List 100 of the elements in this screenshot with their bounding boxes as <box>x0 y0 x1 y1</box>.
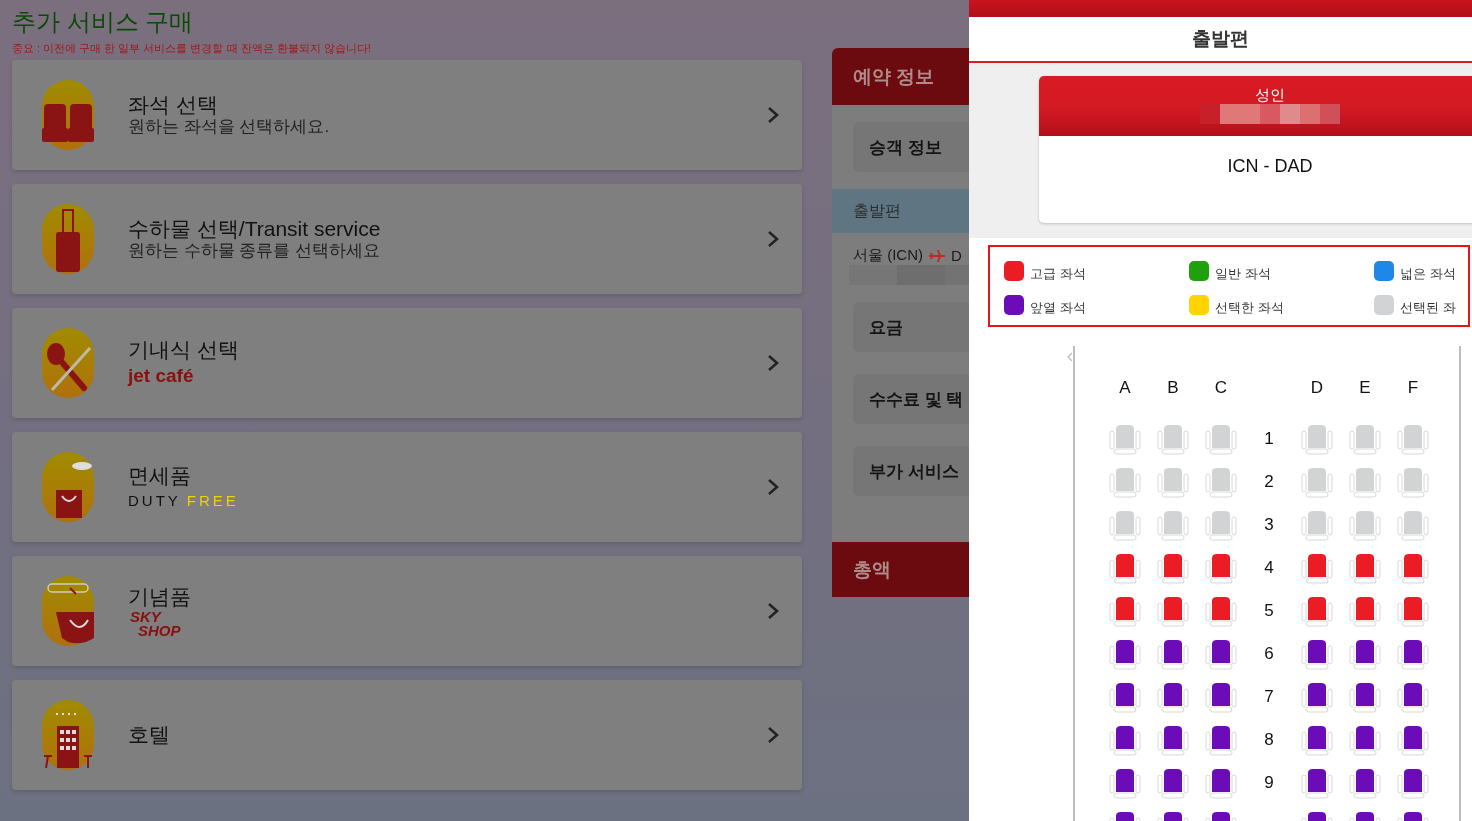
column-label: C <box>1213 377 1229 399</box>
service-card[interactable]: 좌석 선택 원하는 좌석을 선택하세요. <box>12 60 802 170</box>
seats-icon <box>42 80 94 150</box>
seat-icon[interactable] <box>1109 723 1141 756</box>
service-title: 기내식 선택 <box>128 338 239 362</box>
seat-icon[interactable] <box>1157 680 1189 713</box>
summary-section[interactable]: 승객 정보 <box>853 122 969 172</box>
service-title: 좌석 선택 <box>128 93 218 117</box>
row-number: 4 <box>1263 556 1275 579</box>
service-card[interactable]: 기내식 선택 jet café <box>12 308 802 418</box>
seat-icon[interactable] <box>1301 551 1333 584</box>
chevron-right-icon <box>766 725 780 745</box>
summary-section[interactable]: 요금 <box>853 302 969 352</box>
refund-notice: 중요 : 이전에 구매 한 일부 서비스를 변경할 때 잔액은 환불되지 않습니다! <box>12 41 372 55</box>
total-header: 총액 <box>832 542 969 597</box>
service-card[interactable]: 기념품 SKY SHOP <box>12 556 802 666</box>
legend-label: 일반 좌석 <box>1215 265 1271 283</box>
chevron-right-icon <box>766 105 780 125</box>
service-card[interactable]: 면세품 DUTY FREE <box>12 432 802 542</box>
logo-text: SHOP <box>138 623 181 638</box>
service-description: 원하는 좌석을 선택하세요. <box>128 117 330 137</box>
service-card[interactable]: 수하물 선택/Transit service 원하는 수하물 종류를 선택하세요 <box>12 184 802 294</box>
column-label: F <box>1406 377 1420 399</box>
row-number: 6 <box>1263 642 1275 665</box>
legend-label: 넓은 좌석 <box>1400 265 1456 283</box>
seat-icon[interactable] <box>1205 551 1237 584</box>
seat-icon[interactable] <box>1397 680 1429 713</box>
seat-icon[interactable] <box>1157 766 1189 799</box>
service-card[interactable]: 호텔 <box>12 680 802 790</box>
brand-logo: jet café <box>128 364 194 388</box>
service-title: 기념품 <box>128 584 191 609</box>
logo-text: DUTY <box>128 492 181 510</box>
seat-icon[interactable] <box>1301 723 1333 756</box>
destination-text: D <box>951 247 962 264</box>
row-number: 1 <box>1263 427 1275 450</box>
seat-icon[interactable] <box>1205 766 1237 799</box>
passenger-card[interactable]: 성인 ICN - DAD <box>1039 76 1472 223</box>
seat-icon[interactable] <box>1157 723 1189 756</box>
seat-icon[interactable] <box>1157 637 1189 670</box>
column-label: B <box>1166 377 1180 399</box>
row-number: 9 <box>1263 771 1275 794</box>
seat-icon[interactable] <box>1301 637 1333 670</box>
seat-icon[interactable] <box>1301 594 1333 627</box>
seat-icon[interactable] <box>1349 551 1381 584</box>
service-title: 수하물 선택/Transit service <box>128 217 381 241</box>
column-label: D <box>1309 377 1325 399</box>
row-number: 7 <box>1263 685 1275 708</box>
seat-icon[interactable] <box>1301 766 1333 799</box>
service-title: 호텔 <box>128 723 170 747</box>
seat-icon[interactable] <box>1205 594 1237 627</box>
seat-icon[interactable] <box>1349 594 1381 627</box>
legend-label: 고급 좌석 <box>1030 265 1086 283</box>
row-number: 5 <box>1263 599 1275 622</box>
seat-icon[interactable] <box>1397 766 1429 799</box>
seat-icon[interactable] <box>1349 680 1381 713</box>
logo-text: FREE <box>186 492 239 510</box>
seat-icon[interactable] <box>1205 723 1237 756</box>
spoon-fork-icon <box>42 328 94 398</box>
seat-icon[interactable] <box>1397 594 1429 627</box>
summary-section[interactable]: 수수료 및 택 <box>853 374 969 424</box>
seat-icon[interactable] <box>1109 680 1141 713</box>
legend-label: 앞열 좌석 <box>1030 299 1086 317</box>
seat-icon[interactable] <box>1397 637 1429 670</box>
page-title: 추가 서비스 구매 <box>12 7 195 37</box>
seat-icon[interactable] <box>1157 551 1189 584</box>
seat-icon[interactable] <box>1157 594 1189 627</box>
service-title: 면세품 <box>128 464 191 488</box>
booking-info-header: 예약 정보 <box>832 48 969 105</box>
legend-label: 선택된 좌 <box>1400 299 1456 317</box>
shopping-bag-icon <box>42 452 94 522</box>
summary-section[interactable]: 부가 서비스 <box>853 446 969 496</box>
chevron-right-icon <box>766 229 780 249</box>
service-description: 원하는 수하물 종류를 선택하세요 <box>128 241 381 261</box>
legend-label: 선택한 좌석 <box>1215 299 1284 317</box>
seat-icon[interactable] <box>1109 594 1141 627</box>
seat-icon[interactable] <box>1109 766 1141 799</box>
seat-icon[interactable] <box>1397 723 1429 756</box>
airplane-icon <box>929 249 945 262</box>
logo-text: SKY <box>130 609 161 624</box>
origin-text: 서울 (ICN) <box>853 246 923 265</box>
passenger-type: 성인 <box>1255 86 1285 104</box>
chevron-right-icon <box>766 353 780 373</box>
seat-icon[interactable] <box>1349 723 1381 756</box>
column-label: E <box>1358 377 1372 399</box>
seat-icon[interactable] <box>1109 551 1141 584</box>
seat-icon[interactable] <box>1397 551 1429 584</box>
row-number: 8 <box>1263 728 1275 751</box>
seat-icon[interactable] <box>1109 637 1141 670</box>
route-text: ICN - DAD <box>1227 156 1313 177</box>
row-number: 2 <box>1263 470 1275 493</box>
web-shopping-icon <box>42 576 94 646</box>
flight-band: 출발편 <box>832 189 969 233</box>
row-number: 3 <box>1263 513 1275 536</box>
suitcase-icon <box>42 204 94 274</box>
seat-icon[interactable] <box>1301 680 1333 713</box>
seat-icon[interactable] <box>1205 680 1237 713</box>
seat-icon[interactable] <box>1349 637 1381 670</box>
seat-icon[interactable] <box>1205 637 1237 670</box>
seat-icon[interactable] <box>1349 766 1381 799</box>
chevron-right-icon <box>766 477 780 497</box>
